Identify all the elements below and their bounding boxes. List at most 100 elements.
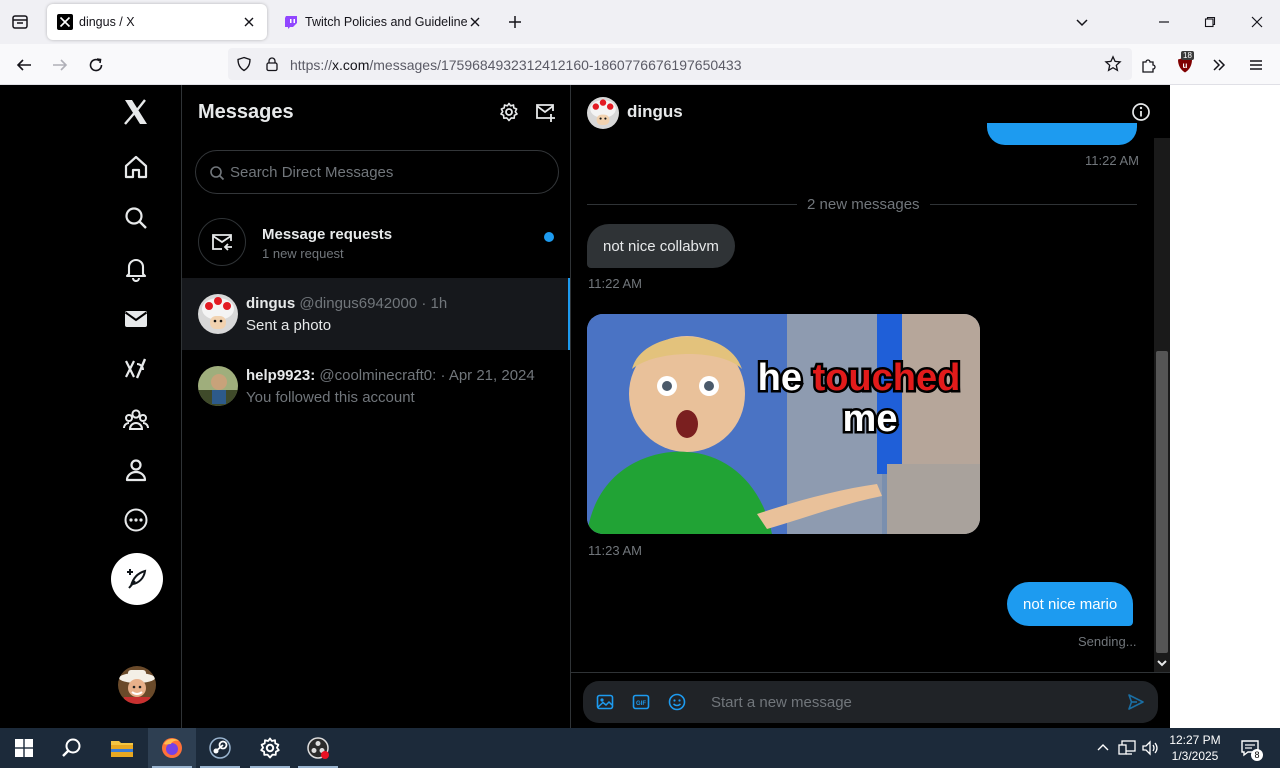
- close-tab-icon[interactable]: [467, 14, 483, 30]
- new-tab-icon[interactable]: [503, 10, 527, 34]
- tab-twitch[interactable]: Twitch Policies and Guidelines: [273, 4, 493, 40]
- message-text: not nice collabvm: [603, 237, 719, 255]
- message-timestamp: 11:22 AM: [1085, 153, 1139, 168]
- window-close-icon[interactable]: [1245, 10, 1269, 34]
- info-icon[interactable]: [1131, 102, 1151, 122]
- photo-caption-word: he: [758, 357, 802, 399]
- browser-tab-bar: dingus / X Twitch Policies and Guideline…: [0, 0, 1280, 44]
- composer-divider: [571, 672, 1170, 673]
- minimize-icon[interactable]: [1152, 10, 1176, 34]
- taskbar-clock[interactable]: 12:27 PM 1/3/2025: [1160, 732, 1230, 764]
- home-icon[interactable]: [120, 151, 152, 183]
- clock-date: 1/3/2025: [1171, 749, 1219, 763]
- photo-caption-word: touched: [813, 357, 961, 399]
- conversation-preview: Sent a photo: [246, 317, 332, 334]
- emoji-icon[interactable]: [666, 691, 688, 713]
- conversation-preview: You followed this account: [246, 389, 415, 406]
- taskbar-search-icon[interactable]: [48, 728, 96, 768]
- show-hidden-icons-chevron-icon[interactable]: [1093, 738, 1113, 758]
- unread-dot: [544, 232, 554, 242]
- messages-envelope-icon[interactable]: [120, 303, 152, 335]
- obs-recording-icon[interactable]: [294, 728, 342, 768]
- address-bar[interactable]: https://x.com/messages/17596849323124121…: [228, 48, 1132, 80]
- conversation-header: dingus: [571, 85, 1170, 138]
- forward-arrow-icon[interactable]: [47, 52, 73, 78]
- message-input[interactable]: [711, 681, 1111, 723]
- lock-icon[interactable]: [264, 56, 280, 72]
- windows-taskbar: 12:27 PM 1/3/2025 8: [0, 728, 1280, 768]
- svg-text:he touched: he touched: [758, 357, 961, 399]
- url-text[interactable]: https://x.com/messages/17596849323124121…: [290, 57, 742, 73]
- tab-dingus[interactable]: dingus / X: [47, 4, 267, 40]
- more-options-icon[interactable]: [120, 504, 152, 536]
- network-icon[interactable]: [1117, 738, 1137, 758]
- message-requests-icon: [198, 218, 246, 266]
- tab-title: Twitch Policies and Guidelines: [305, 15, 467, 29]
- messages-list-panel: Messages Message requests 1 new request: [181, 85, 571, 728]
- extensions-puzzle-icon[interactable]: [1136, 52, 1162, 78]
- x-app: Messages Message requests 1 new request: [0, 85, 1280, 728]
- avatar[interactable]: [587, 97, 619, 129]
- new-messages-label: 2 new messages: [797, 196, 930, 213]
- post-button[interactable]: [111, 553, 163, 605]
- message-status: Sending...: [1078, 634, 1137, 649]
- file-explorer-folder-icon[interactable]: [98, 728, 146, 768]
- outgoing-message-bubble[interactable]: not nice mario: [1007, 582, 1134, 626]
- hamburger-menu-icon[interactable]: [1243, 52, 1269, 78]
- account-avatar[interactable]: [118, 666, 156, 704]
- tracking-protection-shield-icon[interactable]: [236, 56, 252, 72]
- feather-plus-icon: [127, 569, 147, 589]
- extension-count-badge: 18: [1181, 51, 1194, 60]
- reload-icon[interactable]: [83, 52, 109, 78]
- new-message-icon[interactable]: [534, 101, 556, 123]
- search-input[interactable]: [230, 151, 550, 193]
- restore-icon[interactable]: [1198, 10, 1222, 34]
- back-arrow-icon[interactable]: [11, 52, 37, 78]
- clock-time: 12:27 PM: [1169, 733, 1221, 747]
- gif-icon[interactable]: GIF: [630, 691, 652, 713]
- media-image-icon[interactable]: [594, 691, 616, 713]
- conversation-name[interactable]: dingus: [627, 102, 683, 122]
- settings-gear-icon[interactable]: [498, 101, 520, 123]
- primary-navigation: [100, 85, 180, 728]
- tab-list-icon[interactable]: [8, 10, 32, 34]
- avatar: [198, 294, 238, 334]
- close-tab-icon[interactable]: [241, 14, 257, 30]
- x-favicon-icon: [57, 14, 73, 30]
- browser-toolbar: https://x.com/messages/17596849323124121…: [0, 44, 1280, 85]
- message-composer: GIF: [583, 681, 1158, 723]
- scrollbar-thumb[interactable]: [1156, 351, 1168, 653]
- settings-gear-taskbar-icon[interactable]: [246, 728, 294, 768]
- message-requests-subtitle: 1 new request: [262, 246, 344, 261]
- message-text: not nice mario: [1023, 595, 1118, 613]
- avatar: [198, 366, 238, 406]
- list-all-tabs-chevron-icon[interactable]: [1070, 10, 1094, 34]
- more-tools-chevrons-icon[interactable]: [1206, 52, 1232, 78]
- conversation-panel: 11:22 AM dingus 2 new messages not nice …: [571, 85, 1170, 728]
- incoming-message-bubble[interactable]: not nice collabvm: [587, 224, 735, 268]
- photo-message[interactable]: he touched me: [587, 314, 980, 534]
- bookmark-star-icon[interactable]: [1104, 55, 1122, 73]
- notifications-bell-icon[interactable]: [120, 253, 152, 285]
- communities-icon[interactable]: [120, 404, 152, 436]
- steam-icon[interactable]: [196, 728, 244, 768]
- conversation-item-help9923[interactable]: help9923: @coolminecraft0: · Apr 21, 202…: [182, 350, 570, 422]
- x-logo-icon[interactable]: [120, 96, 152, 128]
- twitch-favicon-icon: [283, 14, 299, 30]
- send-icon[interactable]: [1125, 691, 1147, 713]
- message-requests-item[interactable]: Message requests 1 new request: [182, 209, 570, 277]
- explore-search-icon[interactable]: [120, 202, 152, 234]
- message-requests-title: Message requests: [262, 226, 393, 243]
- tab-title: dingus / X: [79, 15, 135, 29]
- volume-icon[interactable]: [1141, 738, 1161, 758]
- conversation-item-dingus[interactable]: dingus @dingus6942000 · 1h Sent a photo: [182, 278, 570, 350]
- profile-icon[interactable]: [120, 454, 152, 486]
- message-timestamp: 11:23 AM: [588, 543, 642, 558]
- scroll-down-chevron-icon[interactable]: [1154, 655, 1170, 671]
- grok-icon[interactable]: [120, 353, 152, 385]
- search-icon: [209, 165, 225, 181]
- start-windows-icon[interactable]: [0, 728, 48, 768]
- firefox-icon[interactable]: [148, 728, 196, 768]
- notification-count-badge: 8: [1251, 749, 1263, 761]
- search-messages: [195, 150, 559, 194]
